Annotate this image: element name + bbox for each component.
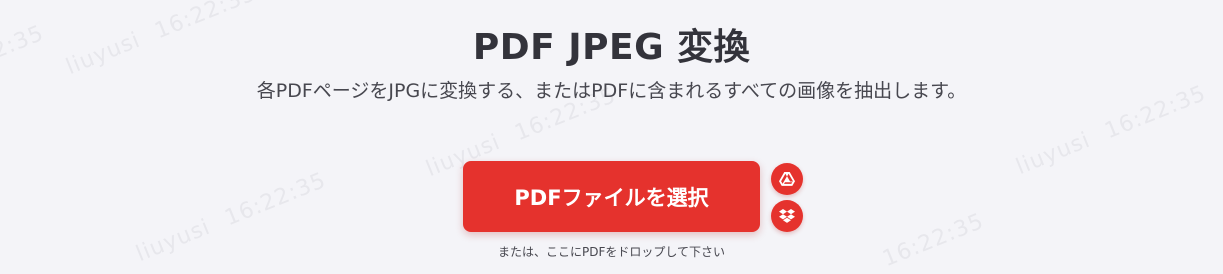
watermark: liuyusi16:22:35 xyxy=(1012,80,1210,181)
page-description: 各PDFページをJPGに変換する、またはPDFに含まれるすべての画像を抽出します… xyxy=(256,80,967,102)
google-drive-icon xyxy=(779,172,795,186)
drop-hint: または、ここにPDFをドロップして下さい xyxy=(497,245,726,259)
google-drive-button[interactable] xyxy=(771,163,803,195)
select-pdf-button[interactable]: PDFファイルを選択 xyxy=(463,161,760,232)
dropbox-button[interactable] xyxy=(771,200,803,232)
watermark: 16:22:35 xyxy=(879,208,988,273)
dropbox-icon xyxy=(779,208,795,224)
page-title: PDF JPEG 変換 xyxy=(472,27,751,68)
